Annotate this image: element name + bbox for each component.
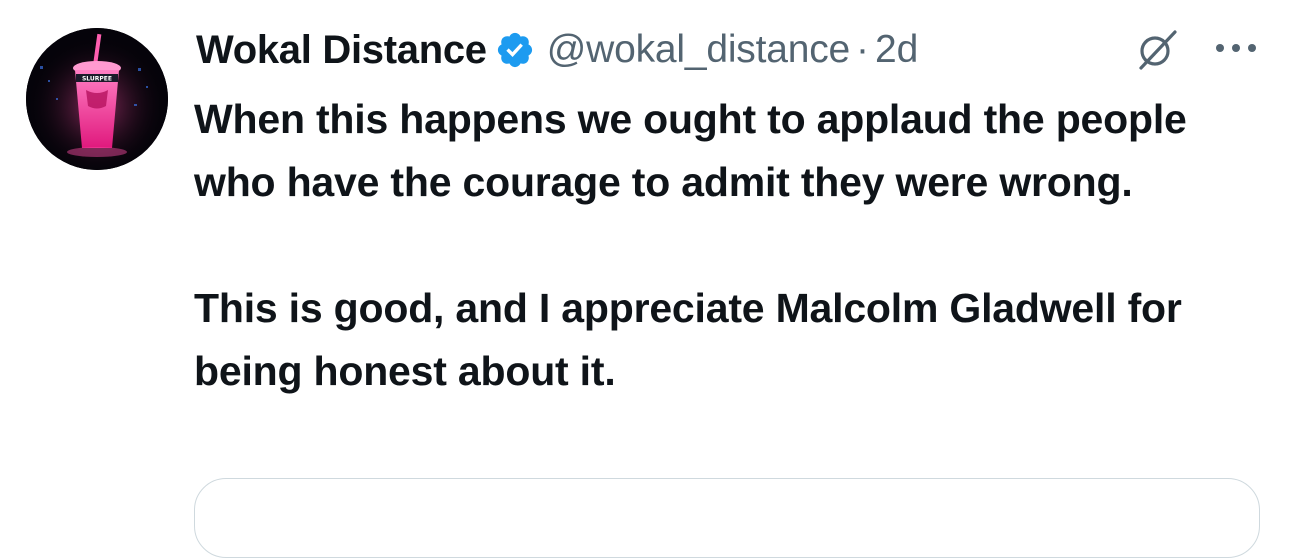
neon-slushie-cup-icon: SLURPEE bbox=[26, 28, 168, 170]
tweet-paragraph: When this happens we ought to applaud th… bbox=[194, 96, 1187, 205]
tweet-timestamp[interactable]: 2d bbox=[875, 28, 918, 72]
grok-slash-icon[interactable] bbox=[1133, 28, 1181, 72]
author-display-name[interactable]: Wokal Distance bbox=[196, 28, 487, 73]
avatar[interactable]: SLURPEE bbox=[26, 28, 168, 170]
header-separator: · bbox=[855, 28, 869, 71]
tweet-text: When this happens we ought to applaud th… bbox=[194, 88, 1254, 403]
quoted-tweet-card[interactable] bbox=[194, 478, 1260, 558]
tweet-header: Wokal Distance @wokal_distance · 2d bbox=[196, 24, 918, 76]
author-handle[interactable]: @wokal_distance bbox=[547, 28, 850, 72]
more-dots-icon[interactable] bbox=[1212, 38, 1260, 58]
verified-badge-icon[interactable] bbox=[495, 30, 535, 70]
svg-text:SLURPEE: SLURPEE bbox=[82, 76, 112, 83]
tweet-paragraph: This is good, and I appreciate Malcolm G… bbox=[194, 285, 1182, 394]
tweet[interactable]: SLURPEE Wokal Distance @wokal_distance ·… bbox=[0, 0, 1290, 558]
